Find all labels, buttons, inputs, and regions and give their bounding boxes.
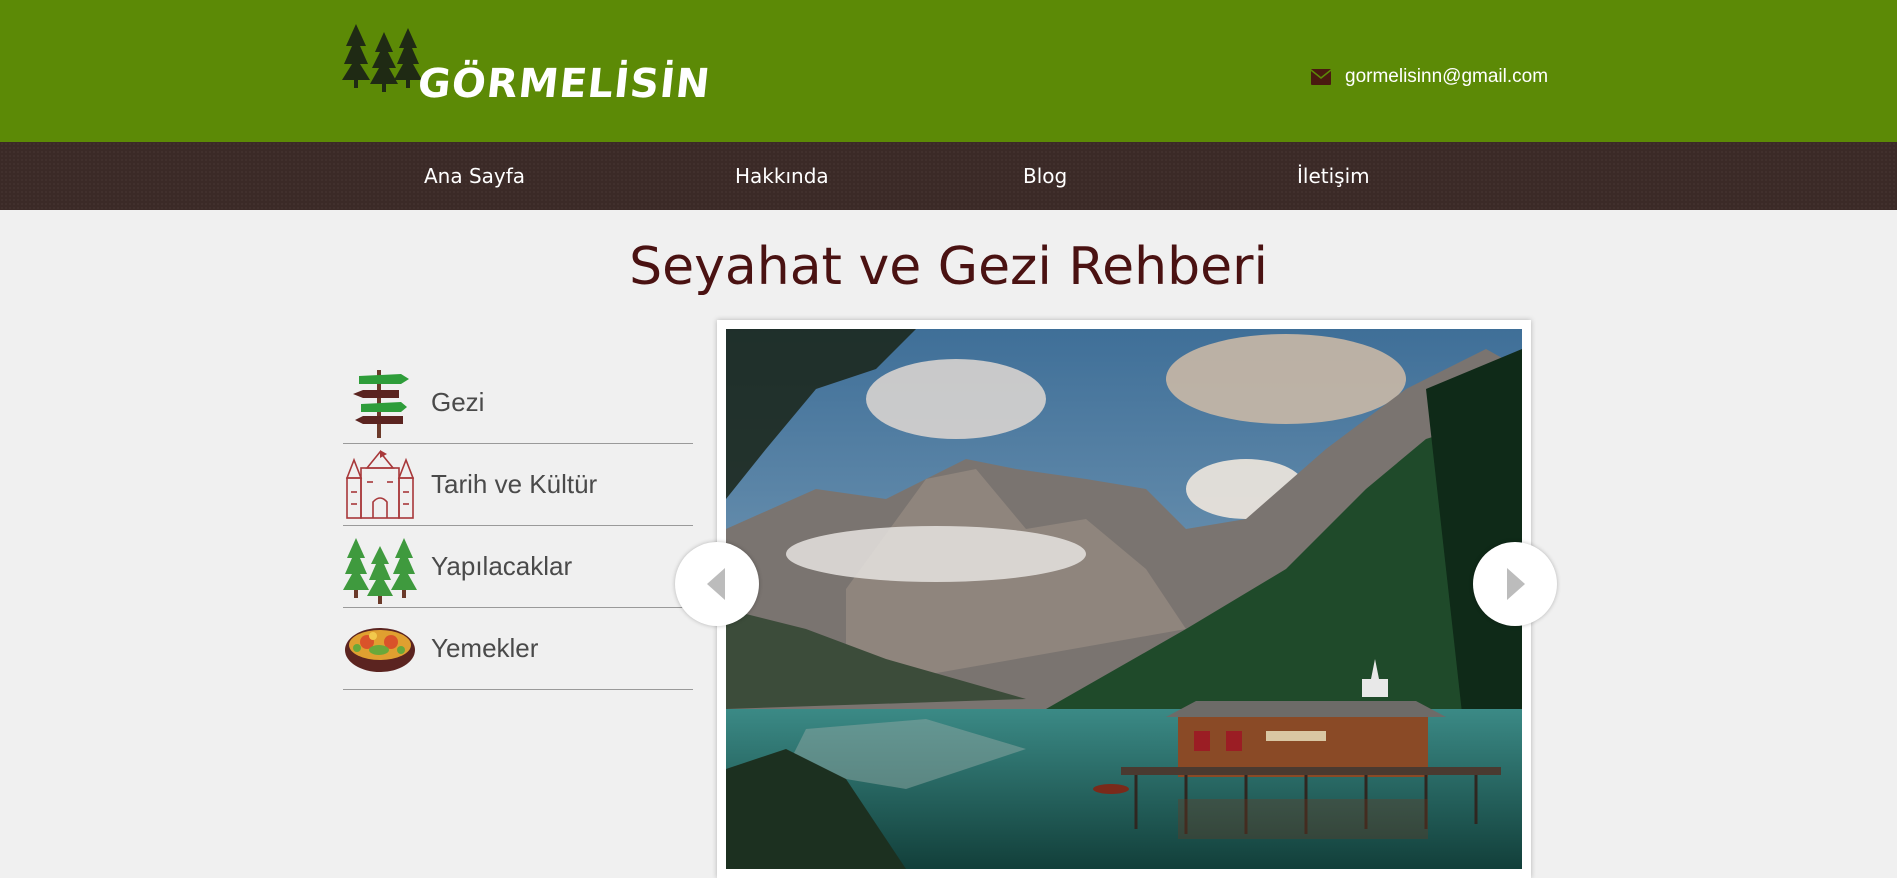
category-sidebar: Gezi Tarih ve Kültür Yapılacaklar Yemekl…: [343, 362, 693, 690]
site-logo[interactable]: GÖRMELİSİN: [342, 20, 713, 120]
chevron-right-icon: [1507, 568, 1525, 600]
logo-text: GÖRMELİSİN: [415, 61, 713, 107]
signpost-icon: [353, 369, 409, 438]
email-link[interactable]: gormelisinn@gmail.com: [1345, 66, 1548, 88]
nav-item-blog[interactable]: Blog: [1023, 142, 1067, 210]
sidebar-item-yapilacaklar[interactable]: Yapılacaklar: [343, 526, 693, 608]
nav-item-ana-sayfa[interactable]: Ana Sayfa: [424, 142, 525, 210]
mountain-lake-cabin-photo: [726, 329, 1522, 869]
page-title: Seyahat ve Gezi Rehberi: [629, 237, 1268, 297]
contact-email[interactable]: gormelisinn@gmail.com: [1311, 64, 1548, 90]
castle-icon: [345, 449, 415, 519]
nav-item-hakkinda[interactable]: Hakkında: [735, 142, 829, 210]
sidebar-item-label: Tarih ve Kültür: [431, 469, 598, 499]
sidebar-item-tarih-ve-kultur[interactable]: Tarih ve Kültür: [343, 444, 693, 526]
sidebar-item-label: Yapılacaklar: [431, 551, 573, 581]
sidebar-item-label: Gezi: [431, 387, 485, 417]
sidebar-item-label: Yemekler: [431, 633, 539, 663]
sidebar-item-gezi[interactable]: Gezi: [343, 362, 693, 444]
envelope-icon: [1311, 69, 1331, 85]
slider-next-button[interactable]: [1473, 542, 1557, 626]
pine-trees-logo-icon: [342, 24, 422, 92]
food-bowl-icon: [345, 627, 415, 672]
sidebar-item-yemekler[interactable]: Yemekler: [343, 608, 693, 690]
slider-prev-button[interactable]: [675, 542, 759, 626]
nav-item-iletisim[interactable]: İletişim: [1297, 142, 1370, 210]
chevron-left-icon: [707, 568, 725, 600]
trees-icon: [343, 537, 417, 604]
main-navigation: Ana Sayfa Hakkında Blog İletişim: [0, 142, 1897, 210]
image-slider: [675, 320, 1557, 878]
slide-image: [726, 329, 1522, 869]
header-bar: GÖRMELİSİN gormelisinn@gmail.com: [0, 0, 1897, 142]
